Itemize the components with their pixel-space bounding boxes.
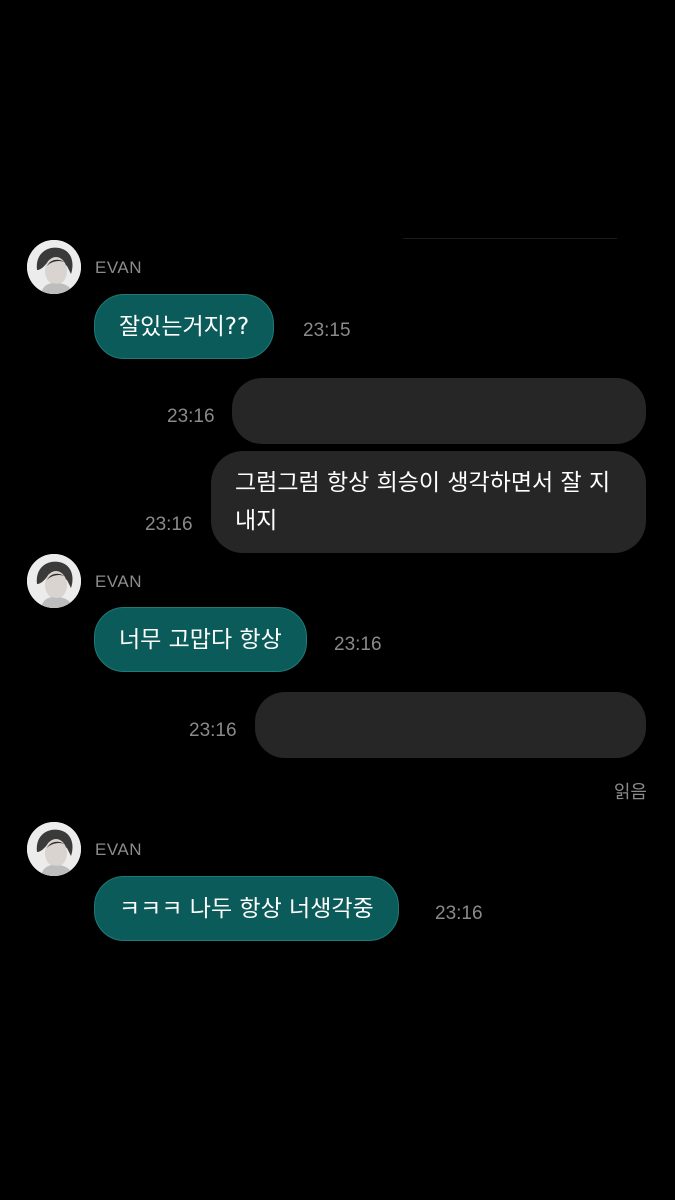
message-bubble-incoming[interactable]: ㅋㅋㅋ 나두 항상 너생각중 <box>94 876 399 941</box>
message-time: 23:16 <box>167 406 215 427</box>
sender-name: EVAN <box>95 258 143 277</box>
sender-name: EVAN <box>95 840 143 859</box>
message-time: 23:16 <box>189 720 237 741</box>
divider-line <box>403 238 617 239</box>
avatar[interactable] <box>27 554 81 608</box>
profile-photo-icon <box>27 240 81 294</box>
read-receipt: 읽음 <box>613 782 647 803</box>
message-bubble-outgoing[interactable] <box>232 378 646 444</box>
message-bubble-incoming[interactable]: 잘있는거지?? <box>94 294 275 359</box>
message-bubble-incoming[interactable]: 너무 고맙다 항상 <box>94 607 307 672</box>
sender-name: EVAN <box>95 572 143 591</box>
message-bubble-outgoing[interactable]: 그럼그럼 항상 희승이 생각하면서 잘 지내지 <box>211 451 646 553</box>
profile-photo-icon <box>27 822 81 876</box>
avatar[interactable] <box>27 240 81 294</box>
message-time: 23:15 <box>303 320 351 341</box>
message-time: 23:16 <box>334 634 382 655</box>
message-time: 23:16 <box>435 903 483 924</box>
message-time: 23:16 <box>145 514 193 535</box>
profile-photo-icon <box>27 554 81 608</box>
message-bubble-outgoing[interactable] <box>255 692 646 758</box>
avatar[interactable] <box>27 822 81 876</box>
